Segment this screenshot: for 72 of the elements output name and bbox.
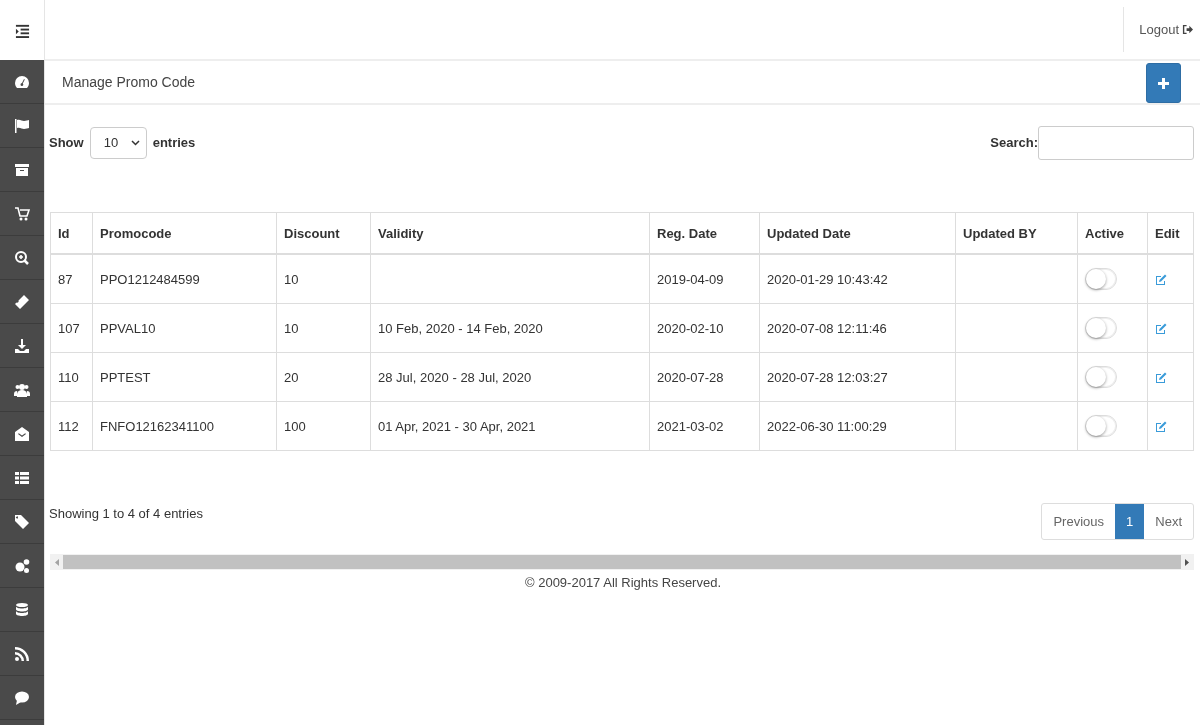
table-cell: 10 <box>284 271 299 287</box>
database-icon <box>14 601 30 618</box>
archive-box-icon <box>14 161 30 178</box>
column-header[interactable]: Id <box>50 212 93 254</box>
column-header[interactable]: Validity <box>370 212 650 254</box>
table-info: Showing 1 to 4 of 4 entries <box>49 505 203 521</box>
plus-icon <box>1158 77 1169 89</box>
table-cell: 2020-07-08 12:11:46 <box>767 320 887 336</box>
column-header[interactable]: Reg. Date <box>649 212 760 254</box>
active-toggle[interactable] <box>1085 317 1117 339</box>
table-cell: 28 Jul, 2020 - 28 Jul, 2020 <box>378 369 532 385</box>
table-cell: 10 <box>284 320 299 336</box>
table-cell: PPVAL10 <box>100 320 156 336</box>
cart-icon <box>14 205 30 222</box>
search-label: Search: <box>990 135 1038 150</box>
rss-icon <box>14 645 30 662</box>
copyright-text: © 2009-2017 All Rights Reserved. <box>524 575 722 590</box>
entries-select[interactable]: 10 <box>89 126 147 159</box>
table-cell: 2020-02-10 <box>657 320 724 336</box>
logout-link[interactable]: Logout <box>1123 7 1200 52</box>
column-header[interactable]: Edit <box>1147 212 1194 254</box>
table-cell: 2022-06-30 11:00:29 <box>767 418 887 434</box>
add-button[interactable] <box>1146 63 1181 103</box>
table-cell: 10 Feb, 2020 - 14 Feb, 2020 <box>378 320 543 336</box>
envelope-icon <box>14 425 30 442</box>
edit-icon[interactable] <box>1155 274 1167 287</box>
tag-icon <box>14 513 30 530</box>
page-title: Manage Promo Code <box>62 74 196 90</box>
active-toggle[interactable] <box>1085 366 1117 388</box>
column-header[interactable]: Updated BY <box>955 212 1078 254</box>
table-cell: FNFO12162341100 <box>100 418 214 434</box>
edit-icon[interactable] <box>1155 421 1167 434</box>
table-cell: PPTEST <box>100 369 151 385</box>
column-header[interactable]: Active <box>1077 212 1148 254</box>
search-field[interactable] <box>1038 125 1194 160</box>
show-label: Show <box>49 135 84 150</box>
horizontal-scrollbar[interactable] <box>50 554 1194 570</box>
zoom-in-icon <box>14 249 30 266</box>
list-icon <box>14 469 30 486</box>
users-icon <box>14 381 30 398</box>
table-cell: 2019-04-09 <box>657 271 724 287</box>
edit-icon[interactable] <box>1155 323 1167 336</box>
table-cell: 2020-07-28 <box>657 369 724 385</box>
download-icon <box>14 337 30 354</box>
dashboard-icon <box>14 73 30 90</box>
menu-icon <box>14 22 30 38</box>
table-cell: 20 <box>284 369 299 385</box>
chevron-down-icon <box>130 139 140 146</box>
table-cell: 2020-07-28 12:03:27 <box>767 369 888 385</box>
column-header[interactable]: Discount <box>276 212 371 254</box>
table-cell: 2021-03-02 <box>657 418 724 434</box>
logout-icon <box>1182 24 1193 35</box>
table-cell: 112 <box>58 418 79 434</box>
table-cell: 110 <box>58 369 79 385</box>
scroll-right-arrow-icon[interactable] <box>1185 558 1189 566</box>
entries-label: entries <box>152 135 196 150</box>
edit-icon[interactable] <box>1155 372 1167 385</box>
table-cell: 01 Apr, 2021 - 30 Apr, 2021 <box>378 418 536 434</box>
flag-icon <box>14 117 30 134</box>
active-toggle[interactable] <box>1085 268 1117 290</box>
previous-button[interactable]: Previous <box>1042 504 1116 539</box>
table-cell: 2020-01-29 10:43:42 <box>767 271 888 287</box>
chat-bubble-icon <box>14 689 30 706</box>
active-toggle[interactable] <box>1085 415 1117 437</box>
table-cell: 87 <box>58 271 73 287</box>
page-button[interactable]: 1 <box>1115 504 1145 539</box>
next-button[interactable]: Next <box>1144 504 1193 539</box>
table-cell: 100 <box>284 418 306 434</box>
table-cell: 107 <box>58 320 80 336</box>
column-header[interactable]: Updated Date <box>759 212 956 254</box>
table-cell: PPO1212484599 <box>100 271 200 287</box>
column-header[interactable]: Promocode <box>92 212 277 254</box>
